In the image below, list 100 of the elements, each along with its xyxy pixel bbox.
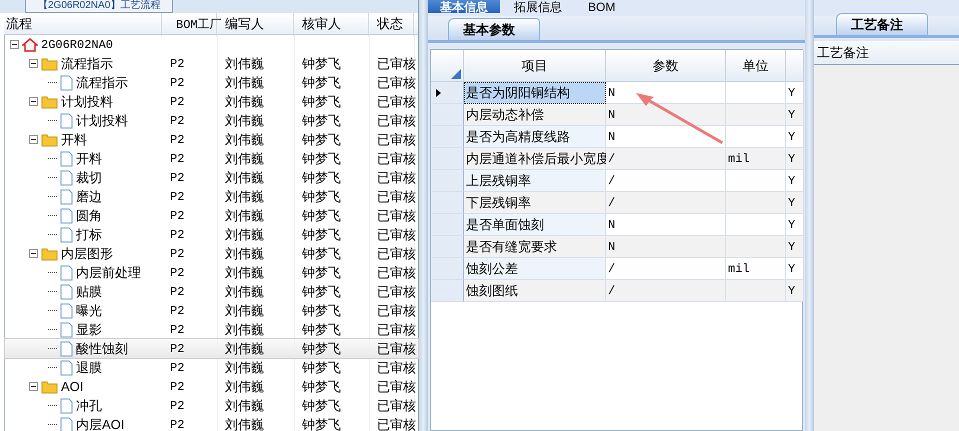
table-cell: P2 — [170, 418, 184, 431]
table-cell — [726, 236, 786, 258]
table-cell: N — [606, 214, 726, 236]
folder-icon — [41, 380, 58, 394]
tree-label: 冲孔 — [76, 396, 102, 414]
tree-row[interactable]: 流程指示 P2 刘伟巍 钟梦飞 已审核 — [5, 54, 418, 73]
tree-row[interactable]: 裁切 P2 刘伟巍 钟梦飞 已审核 — [5, 168, 418, 187]
tree-row[interactable]: 冲孔 P2 刘伟巍 钟梦飞 已审核 — [5, 396, 418, 415]
tree-row[interactable]: 曝光 P2 刘伟巍 钟梦飞 已审核 — [5, 301, 418, 320]
table-cell: 钟梦飞 — [302, 112, 341, 130]
column-header: 状态 — [369, 13, 414, 36]
table-cell: 钟梦飞 — [302, 396, 341, 414]
table-cell: 已审核 — [377, 340, 416, 358]
tree-row[interactable]: 贴膜 P2 刘伟巍 钟梦飞 已审核 — [5, 282, 418, 301]
table-cell: 钟梦飞 — [302, 416, 341, 431]
table-cell: 已审核 — [377, 130, 416, 148]
table-cell: 钟梦飞 — [302, 74, 341, 92]
current-row-icon — [436, 88, 441, 96]
table-cell: 是否有缝宽要求 — [464, 236, 606, 258]
tab[interactable]: 拓展信息 — [502, 0, 574, 13]
table-cell: P2 — [170, 322, 184, 336]
table-cell: P2 — [170, 170, 184, 184]
table-cell: Y — [786, 126, 804, 148]
table-cell: 下层残铜率 — [464, 192, 606, 214]
table-cell: 钟梦飞 — [302, 340, 341, 358]
collapse-toggle[interactable] — [29, 135, 38, 144]
tab[interactable]: 基本信息 — [428, 0, 500, 13]
table-cell: 是否单面蚀刻 — [464, 214, 606, 236]
table-cell: 刘伟巍 — [225, 358, 264, 376]
table-cell: 刘伟巍 — [225, 150, 264, 168]
table-cell: 已审核 — [377, 206, 416, 224]
house-icon — [22, 38, 38, 52]
table-cell: 刘伟巍 — [225, 130, 264, 148]
table-cell: 已审核 — [377, 54, 416, 72]
splitter[interactable] — [805, 0, 814, 431]
tree-row[interactable]: 开料 P2 刘伟巍 钟梦飞 已审核 — [5, 130, 418, 149]
document-icon — [60, 360, 73, 376]
table-cell — [726, 126, 786, 148]
tree-label: 曝光 — [76, 302, 102, 320]
collapse-toggle[interactable] — [29, 97, 38, 106]
table-cell: P2 — [170, 284, 184, 298]
table-cell: P2 — [170, 132, 184, 146]
collapse-toggle[interactable] — [10, 40, 19, 49]
tab[interactable]: BOM — [576, 0, 628, 13]
table-cell: P2 — [170, 380, 184, 394]
table-cell: 刘伟巍 — [225, 54, 264, 72]
tree-label: 裁切 — [76, 168, 102, 186]
table-cell: P2 — [170, 246, 184, 260]
table-cell: 内层动态补偿 — [464, 104, 606, 126]
corner-icon — [451, 69, 461, 79]
table-cell: Y — [786, 82, 804, 104]
tree-label: 开料 — [61, 130, 87, 148]
table-cell: P2 — [170, 114, 184, 128]
tree-row[interactable]: 计划投料 P2 刘伟巍 钟梦飞 已审核 — [5, 92, 418, 111]
table-cell — [726, 280, 786, 302]
table-cell: 已审核 — [377, 282, 416, 300]
table-cell: 已审核 — [377, 358, 416, 376]
table-cell: Y — [786, 214, 804, 236]
table-cell: N — [606, 236, 726, 258]
table-cell: 钟梦飞 — [302, 150, 341, 168]
tab[interactable]: 工艺备注 — [836, 13, 928, 35]
row-indicator[interactable] — [431, 82, 464, 104]
document-icon — [60, 284, 73, 300]
document-icon — [60, 170, 73, 186]
table-cell: 刘伟巍 — [225, 74, 264, 92]
tree-row[interactable]: 开料 P2 刘伟巍 钟梦飞 已审核 — [5, 149, 418, 168]
tree-row[interactable]: 内层AOI P2 刘伟巍 钟梦飞 已审核 — [5, 415, 418, 431]
tree-row[interactable]: 2G06R02NA0 — [5, 35, 418, 54]
table-cell: Y — [786, 280, 804, 302]
table-cell: 刘伟巍 — [225, 340, 264, 358]
table-cell: 刘伟巍 — [225, 396, 264, 414]
table-cell: / — [606, 258, 726, 280]
column-header: 参数 — [606, 50, 726, 82]
column-header: 单位 — [726, 50, 786, 82]
tab[interactable]: 基本参数 — [448, 18, 540, 40]
collapse-toggle[interactable] — [29, 382, 38, 391]
tree-row[interactable]: 内层图形 P2 刘伟巍 钟梦飞 已审核 — [5, 244, 418, 263]
collapse-toggle[interactable] — [29, 59, 38, 68]
tree-row[interactable]: 流程指示 P2 刘伟巍 钟梦飞 已审核 — [5, 73, 418, 92]
tree-label: 贴膜 — [76, 282, 102, 300]
document-icon — [60, 302, 73, 318]
tree-row[interactable]: 磨边 P2 刘伟巍 钟梦飞 已审核 — [5, 187, 418, 206]
selected-tree-row[interactable]: 酸性蚀刻 P2 刘伟巍 钟梦飞 已审核 — [5, 339, 418, 358]
tree-row[interactable]: 圆角 P2 刘伟巍 钟梦飞 已审核 — [5, 206, 418, 225]
table-cell: 刘伟巍 — [225, 320, 264, 338]
table-cell: P2 — [170, 208, 184, 222]
tree-row[interactable]: 计划投料 P2 刘伟巍 钟梦飞 已审核 — [5, 111, 418, 130]
column-header: 项目 — [464, 50, 606, 82]
tree-row[interactable]: 退膜 P2 刘伟巍 钟梦飞 已审核 — [5, 358, 418, 377]
collapse-toggle[interactable] — [29, 249, 38, 258]
tree-row[interactable]: AOI P2 刘伟巍 钟梦飞 已审核 — [5, 377, 418, 396]
tree-row[interactable]: 打标 P2 刘伟巍 钟梦飞 已审核 — [5, 225, 418, 244]
tree-row[interactable]: 内层前处理 P2 刘伟巍 钟梦飞 已审核 — [5, 263, 418, 282]
table-cell: mil — [726, 148, 786, 170]
tree-label: 显影 — [76, 320, 102, 338]
document-icon — [60, 112, 73, 128]
table-cell: N — [606, 104, 726, 126]
table-cell: 已审核 — [377, 302, 416, 320]
table-cell: Y — [786, 104, 804, 126]
tree-label: 内层AOI — [76, 416, 124, 431]
